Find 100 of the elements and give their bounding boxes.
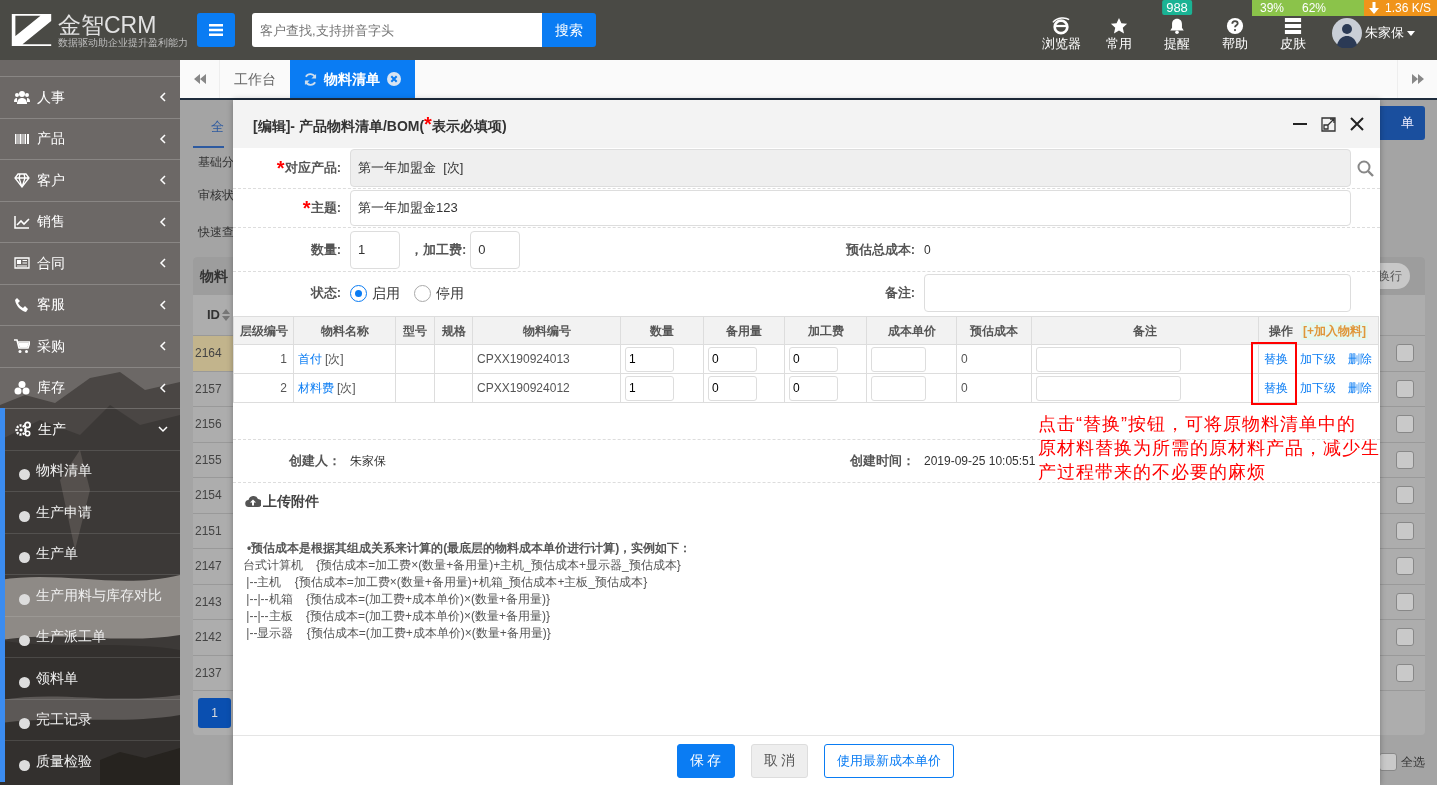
diamond-icon (14, 172, 30, 189)
action-link[interactable]: 加下级 (1300, 350, 1336, 368)
remark-field[interactable] (924, 274, 1351, 312)
toolbar-button[interactable]: 常用 (1090, 17, 1148, 53)
cell-input[interactable]: 0 (708, 375, 757, 401)
material-link[interactable]: 首付 (298, 350, 322, 368)
field-value: 2019-09-25 10:05:51 (924, 453, 1036, 470)
filter-label: 审核状 (197, 186, 234, 204)
radio-option[interactable]: 启用 (350, 282, 400, 304)
memory-usage: 62% (1302, 0, 1327, 16)
row-checkbox[interactable] (1396, 415, 1414, 434)
cell-input[interactable] (871, 346, 926, 372)
formula-line: |--显示器 {预估成本=(加工费+成本单价)×(数量+备用量)} (245, 625, 552, 642)
save-button[interactable]: 保 存 (676, 743, 735, 778)
download-icon (1368, 2, 1379, 14)
table-cell-text: 2143 (194, 593, 223, 611)
sidebar-item[interactable]: 库存 (0, 366, 180, 408)
field-label: 备注: (883, 284, 916, 303)
formula-line: |--|--主板 {预估成本=(加工费+成本单价)×(数量+备用量)} (245, 608, 551, 625)
menu-button[interactable] (197, 13, 235, 47)
row-checkbox[interactable] (1396, 628, 1414, 647)
action-link[interactable]: 替换 (1264, 379, 1288, 397)
menu-icon (209, 24, 223, 36)
close-icon (387, 72, 401, 86)
cell-input[interactable] (1036, 375, 1181, 401)
sidebar-subitem[interactable]: 生产单 (5, 532, 180, 574)
cell-input[interactable]: 1 (625, 346, 674, 372)
column-header[interactable]: ID (207, 305, 230, 325)
sidebar-item[interactable]: 产品 (0, 117, 180, 159)
action-link[interactable]: 替换 (1264, 350, 1288, 368)
sort-icon (222, 309, 230, 321)
cell-input[interactable] (1036, 346, 1181, 372)
sidebar-item[interactable]: 销售 (0, 200, 180, 242)
close-button[interactable] (1350, 117, 1364, 131)
row-checkbox[interactable] (1396, 450, 1414, 469)
product-field[interactable]: 第一年加盟金 [次] (350, 149, 1351, 187)
cubes-icon (14, 379, 30, 396)
row-checkbox[interactable] (1396, 344, 1414, 363)
sidebar-item[interactable]: 采购 (0, 325, 180, 367)
maximize-icon (1321, 116, 1336, 132)
cell-input[interactable]: 1 (625, 375, 674, 401)
table-cell: 0 (956, 373, 1032, 403)
search-icon[interactable] (1357, 160, 1374, 178)
toolbar-button[interactable]: 皮肤 (1264, 17, 1322, 53)
search-button[interactable]: 搜索 (542, 13, 596, 47)
action-button[interactable]: 单 (1377, 106, 1425, 140)
formula-line: |--主机 {预估成本=加工费×(数量+备用量)+机箱_预估成本+主板_预估成本} (245, 574, 649, 591)
row-checkbox[interactable] (1396, 592, 1414, 611)
cell-input[interactable]: 0 (708, 346, 757, 372)
update-cost-button[interactable]: 使用最新成本单价 (824, 743, 955, 778)
column-header: 型号 (395, 316, 435, 345)
material-link[interactable]: 材料费 (298, 379, 334, 397)
upload-link[interactable]: 上传附件 (233, 483, 1380, 520)
sidebar-item[interactable]: 客服 (0, 283, 180, 325)
note-heading: •预估成本是根据其组成关系来计算的(最底层的物料成本单价进行计算)，实例如下： (246, 540, 693, 557)
action-link[interactable]: 删除 (1348, 379, 1372, 397)
newspaper-icon (14, 255, 30, 272)
toolbar-button[interactable]: 浏览器 (1032, 17, 1090, 53)
sidebar-item[interactable]: 人事 (0, 76, 180, 118)
sidebar-item[interactable]: 生产 (5, 408, 180, 450)
radio-option[interactable]: 停用 (414, 282, 464, 304)
sidebar-item[interactable]: 合同 (0, 242, 180, 284)
filter-label: 快速查 (197, 224, 234, 241)
row-checkbox[interactable] (1396, 486, 1414, 505)
sidebar-subitem[interactable]: 领料单 (5, 657, 180, 699)
row-checkbox[interactable] (1396, 557, 1414, 576)
sidebar-subitem[interactable]: 质量检验 (5, 740, 180, 782)
tab[interactable]: 工作台 (220, 60, 290, 98)
fee-field[interactable]: 0 (470, 230, 521, 269)
unit-label: [次] (325, 351, 344, 368)
maximize-button[interactable] (1321, 116, 1336, 132)
sidebar-subitem[interactable]: 生产申请 (5, 491, 180, 533)
subject-field[interactable]: 第一年加盟金123 (350, 190, 1351, 226)
cart-icon (14, 338, 30, 355)
row-checkbox[interactable] (1396, 663, 1414, 682)
cell-input[interactable]: 0 (789, 346, 838, 372)
sidebar-subitem[interactable]: 物料清单 (5, 449, 180, 491)
table-cell-text: 2147 (194, 558, 223, 576)
field-label: 创建时间： (849, 452, 916, 471)
page-button[interactable]: 1 (198, 698, 231, 728)
action-link[interactable]: 删除 (1348, 350, 1372, 368)
action-link[interactable]: 加下级 (1300, 379, 1336, 397)
row-checkbox[interactable] (1396, 379, 1414, 398)
logo-text: 金智CRM (58, 12, 158, 37)
cell-input[interactable] (871, 375, 926, 401)
tab[interactable]: 物料清单 (290, 60, 415, 98)
formula-line: 台式计算机 {预估成本=加工费×(数量+备用量)+主机_预估成本+显示器_预估成本} (243, 557, 682, 574)
network-speed: 1.36 K/S (1384, 0, 1431, 16)
table-cell: 2 (233, 373, 294, 403)
cell-input[interactable]: 0 (789, 375, 838, 401)
toolbar-button[interactable]: 帮助 (1206, 17, 1264, 53)
column-header: 物料名称 (293, 316, 396, 345)
table-cell-text: 2155 (194, 451, 223, 469)
sidebar-item[interactable]: 客户 (0, 159, 180, 201)
row-checkbox[interactable] (1396, 521, 1414, 540)
sidebar-subitem[interactable]: 完工记录 (5, 698, 180, 740)
search-field[interactable]: 客户查找,支持拼音字头 (252, 13, 542, 47)
avatar-icon (1332, 18, 1362, 48)
cancel-button[interactable]: 取 消 (750, 743, 809, 778)
quantity-field[interactable]: 1 (350, 230, 400, 269)
